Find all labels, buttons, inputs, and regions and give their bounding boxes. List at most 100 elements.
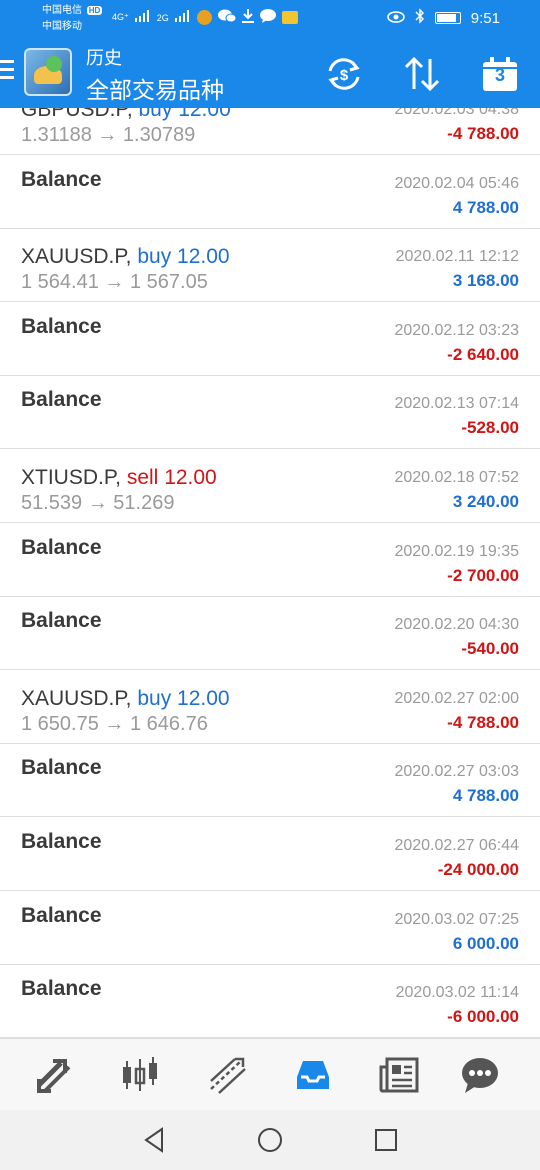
profit-amount: -4 788.00 [447,712,519,732]
history-list[interactable]: GBPUSD.P, buy 12.00 1.31188 → 1.30789 2020… [0,108,540,1038]
nav-chart[interactable] [118,1053,162,1097]
deal-datetime: 2020.02.04 05:46 [394,174,519,192]
open-close-prices: 1 564.41 → 1 567.05 [21,271,208,294]
trade-direction: buy [137,245,172,269]
deal-datetime: 2020.03.02 11:14 [395,984,519,1002]
carrier-1-name: 中国电信 [42,5,82,16]
sort-button[interactable] [402,54,442,94]
deal-row[interactable]: XAUUSD.P, buy 12.00 1 650.75 → 1 646.76 20… [0,671,540,744]
deal-datetime: 2020.02.27 06:44 [394,837,519,854]
symbol-label: Balance [21,314,102,338]
trade-volume: 12.00 [164,466,217,489]
bottom-navigation [0,1038,540,1110]
symbol-label: XAUUSD.P, [21,686,132,710]
trade-volume: 12.00 [177,245,230,269]
hd-badge: HD [86,6,103,15]
date-range-button[interactable]: 3 [480,54,520,94]
nav-history[interactable] [291,1053,335,1097]
deal-row[interactable]: XAUUSD.P, buy 12.00 1 564.41 → 1 567.05 20… [0,229,540,303]
recents-button[interactable] [372,1126,400,1154]
app-logo [24,48,72,96]
profit-amount: 3 240.00 [452,492,519,511]
message-icon [259,9,276,26]
app-bar: 历史 全部交易品种 $ 3 [0,38,540,108]
candlestick-chart-icon [123,1057,157,1091]
home-button[interactable] [256,1126,284,1154]
battery-icon [434,12,461,24]
symbol-label: Balance [21,388,102,412]
deal-datetime: 2020.02.27 03:03 [394,763,519,781]
bluetooth-icon [415,8,425,28]
deal-datetime: 2020.02.18 07:52 [394,469,519,486]
symbol-label: Balance [21,903,102,927]
news-icon [379,1057,419,1093]
signal-icon [134,10,151,25]
status-bar: 中国电信 HD 中国移动 4G⁺ 2G 9:51 [0,0,540,38]
network-type-1: 4G⁺ [112,12,129,22]
nav-news[interactable] [377,1053,421,1097]
open-close-prices: 1.31188 → 1.30789 [21,124,196,146]
profit-amount: -6 000.00 [447,1007,519,1027]
deal-datetime: 2020.02.12 03:23 [394,321,519,339]
trade-direction: buy [138,108,173,121]
profit-amount: 4 788.00 [452,197,519,217]
balance-row[interactable]: Balance 2020.02.04 05:46 4 788.00 [0,156,540,229]
menu-icon[interactable] [0,60,14,84]
profit-amount: -2 640.00 [447,344,519,364]
profit-amount: -24 000.00 [437,860,519,879]
currency-filter-button[interactable]: $ [324,54,364,94]
balance-row[interactable]: Balance 2020.02.27 06:44 -24 000.00 [0,818,540,891]
clock: 9:51 [470,9,500,27]
app-notification-icon [196,10,212,25]
recents-icon [375,1129,397,1151]
carrier-2-name: 中国移动 [42,21,82,32]
trade-lines-icon [210,1057,246,1094]
eye-comfort-icon [386,10,405,27]
nav-chat[interactable] [458,1053,502,1097]
symbol-label: Balance [21,830,102,853]
calendar-day: 3 [494,65,505,85]
download-icon [241,9,254,26]
balance-row[interactable]: Balance 2020.03.02 07:25 6 000.00 [0,892,540,965]
symbol-label: Balance [21,609,102,633]
system-navigation-bar [0,1110,540,1170]
symbol-label: Balance [21,535,102,559]
symbol-label: Balance [21,756,102,780]
deal-datetime: 2020.02.19 19:35 [394,542,519,560]
balance-row[interactable]: Balance 2020.02.12 03:23 -2 640.00 [0,303,540,376]
profit-amount: 4 788.00 [452,786,519,806]
deal-row[interactable]: XTIUSD.P, sell 12.00 51.539 → 51.269 2020.… [0,450,540,523]
currency-swap-icon: $ [328,58,360,90]
symbol-label: XTIUSD.P, [21,466,121,489]
trade-direction: buy [137,686,172,710]
profit-amount: -2 700.00 [447,565,519,585]
nav-quotes[interactable] [33,1053,77,1097]
home-icon [258,1128,282,1152]
balance-row[interactable]: Balance 2020.02.19 19:35 -2 700.00 [0,524,540,597]
symbol-label: XAUUSD.P, [21,245,132,269]
profit-amount: -540.00 [461,639,519,659]
back-icon [144,1127,163,1153]
profit-amount: 6 000.00 [452,933,519,953]
chat-bubble-icon [462,1058,498,1093]
back-button[interactable] [140,1126,168,1154]
symbol-filter[interactable]: 全部交易品种 [86,71,224,105]
balance-row[interactable]: Balance 2020.03.02 11:14 -6 000.00 [0,965,540,1038]
deal-datetime: 2020.02.27 02:00 [394,689,519,707]
sort-arrows-icon [404,57,440,91]
deal-datetime: 2020.02.20 04:30 [394,616,519,634]
trade-volume: 12.00 [178,108,231,121]
wechat-icon [217,9,237,26]
page-title: 历史 [86,48,122,68]
network-type-2: 2G [156,12,169,23]
nav-trade[interactable] [205,1053,249,1097]
balance-row[interactable]: Balance 2020.02.27 03:03 4 788.00 [0,744,540,818]
deal-datetime: 2020.02.13 07:14 [394,395,519,413]
balance-row[interactable]: Balance 2020.02.20 04:30 -540.00 [0,597,540,671]
trade-direction: sell [126,466,159,489]
deal-row[interactable]: GBPUSD.P, buy 12.00 1.31188 → 1.30789 2020… [0,108,540,155]
deal-datetime: 2020.03.02 07:25 [394,910,519,928]
open-close-prices: 1 650.75 → 1 646.76 [21,712,208,735]
quotes-arrows-icon [37,1059,71,1093]
balance-row[interactable]: Balance 2020.02.13 07:14 -528.00 [0,376,540,450]
